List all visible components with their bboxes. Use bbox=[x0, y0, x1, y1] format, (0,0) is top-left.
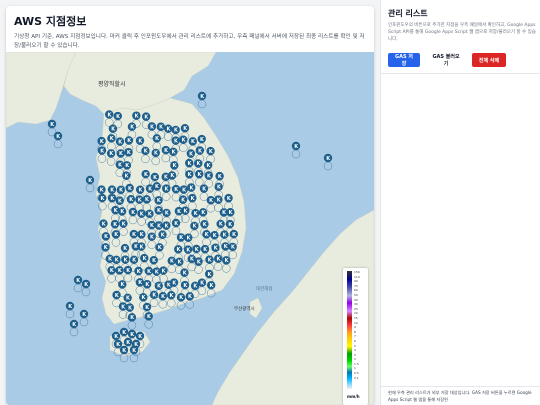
legend-color-bar bbox=[347, 271, 352, 389]
station-marker[interactable]: K bbox=[79, 309, 89, 327]
station-marker[interactable]: K bbox=[81, 279, 91, 297]
panel-button-row: GAS 저장 GAS 불러오기 전체 삭제 bbox=[388, 53, 506, 67]
station-marker-ring bbox=[323, 161, 333, 171]
station-marker[interactable]: K bbox=[53, 131, 63, 149]
gas-save-button[interactable]: GAS 저장 bbox=[388, 53, 420, 67]
panel-divider bbox=[381, 73, 540, 74]
main-card: AWS 지점정보 기상청 API 기준, AWS 지점정보입니다. 마커 클릭 … bbox=[6, 6, 374, 405]
station-marker[interactable]: K bbox=[85, 175, 95, 193]
panel-title: 관리 리스트 bbox=[388, 9, 428, 18]
station-marker[interactable]: K bbox=[197, 91, 207, 109]
station-marker[interactable]: K bbox=[69, 319, 79, 337]
station-marker[interactable]: K bbox=[323, 153, 333, 171]
page-description: 기상청 API 기준, AWS 지점정보입니다. 마커 클릭 후 인포윈도우에서… bbox=[14, 34, 365, 49]
station-marker-ring bbox=[291, 149, 301, 159]
station-marker-ring bbox=[81, 287, 91, 297]
station-marker-ring bbox=[65, 309, 75, 319]
map-canvas[interactable]: 평양직할시 대한해협 부산광역시 K K K KK K K K K K KK KK K K K K K K KK K… bbox=[6, 52, 374, 405]
china-landmass bbox=[6, 52, 77, 129]
page-title: AWS 지점정보 bbox=[14, 15, 87, 28]
station-marker[interactable]: K bbox=[73, 275, 83, 293]
legend-unit: mm/h bbox=[347, 394, 360, 399]
rain-legend: 150 110 90 70 60 50 40 30 25 20 15 10 9 8 7 6 5 4 3 2 1.5 1 0.… bbox=[343, 268, 368, 405]
station-marker[interactable]: K bbox=[291, 141, 301, 159]
map-label-pyongyang: 평양직할시 bbox=[98, 80, 126, 88]
station-marker-ring bbox=[79, 317, 89, 327]
legend-ticks: 150 110 90 70 60 50 40 30 25 20 15 10 9 8 7 6 5 4 3 2 1.5 1 0.… bbox=[354, 270, 368, 390]
panel-footer-note: 현재 우측 관리 리스트가 외부 저장 대상입니다. GAS 저장 버튼을 누르… bbox=[381, 386, 540, 405]
north-korea-landmass bbox=[63, 52, 217, 115]
station-marker-ring bbox=[127, 321, 137, 330]
station-marker-ring bbox=[73, 283, 83, 293]
station-marker[interactable]: K bbox=[65, 301, 75, 319]
map-view[interactable]: 평양직할시 대한해협 부산광역시 KKKKKKKKKKKKKKKKKKKKKKK… bbox=[6, 52, 374, 405]
management-panel: 관리 리스트 인포윈도우의 버튼으로 추가한 지점을 우측 패널에서 확인하고,… bbox=[380, 0, 540, 405]
panel-description: 인포윈도우의 버튼으로 추가한 지점을 우측 패널에서 확인하고, Google… bbox=[388, 23, 536, 42]
station-marker-ring bbox=[144, 320, 153, 329]
station-marker-ring bbox=[69, 327, 79, 337]
gas-load-button[interactable]: GAS 불러오기 bbox=[425, 53, 467, 67]
map-label-sea-korea: 대한해협 bbox=[256, 285, 273, 292]
station-marker-ring bbox=[197, 99, 207, 109]
delete-all-button[interactable]: 전체 삭제 bbox=[472, 53, 506, 67]
station-marker[interactable]: K bbox=[127, 313, 137, 330]
map-label-busan: 부산광역시 bbox=[234, 305, 255, 312]
station-marker-ring bbox=[53, 139, 63, 149]
legend-tick: 0.1 bbox=[354, 375, 359, 380]
station-marker-ring bbox=[85, 183, 95, 193]
station-marker[interactable]: K bbox=[144, 312, 153, 329]
